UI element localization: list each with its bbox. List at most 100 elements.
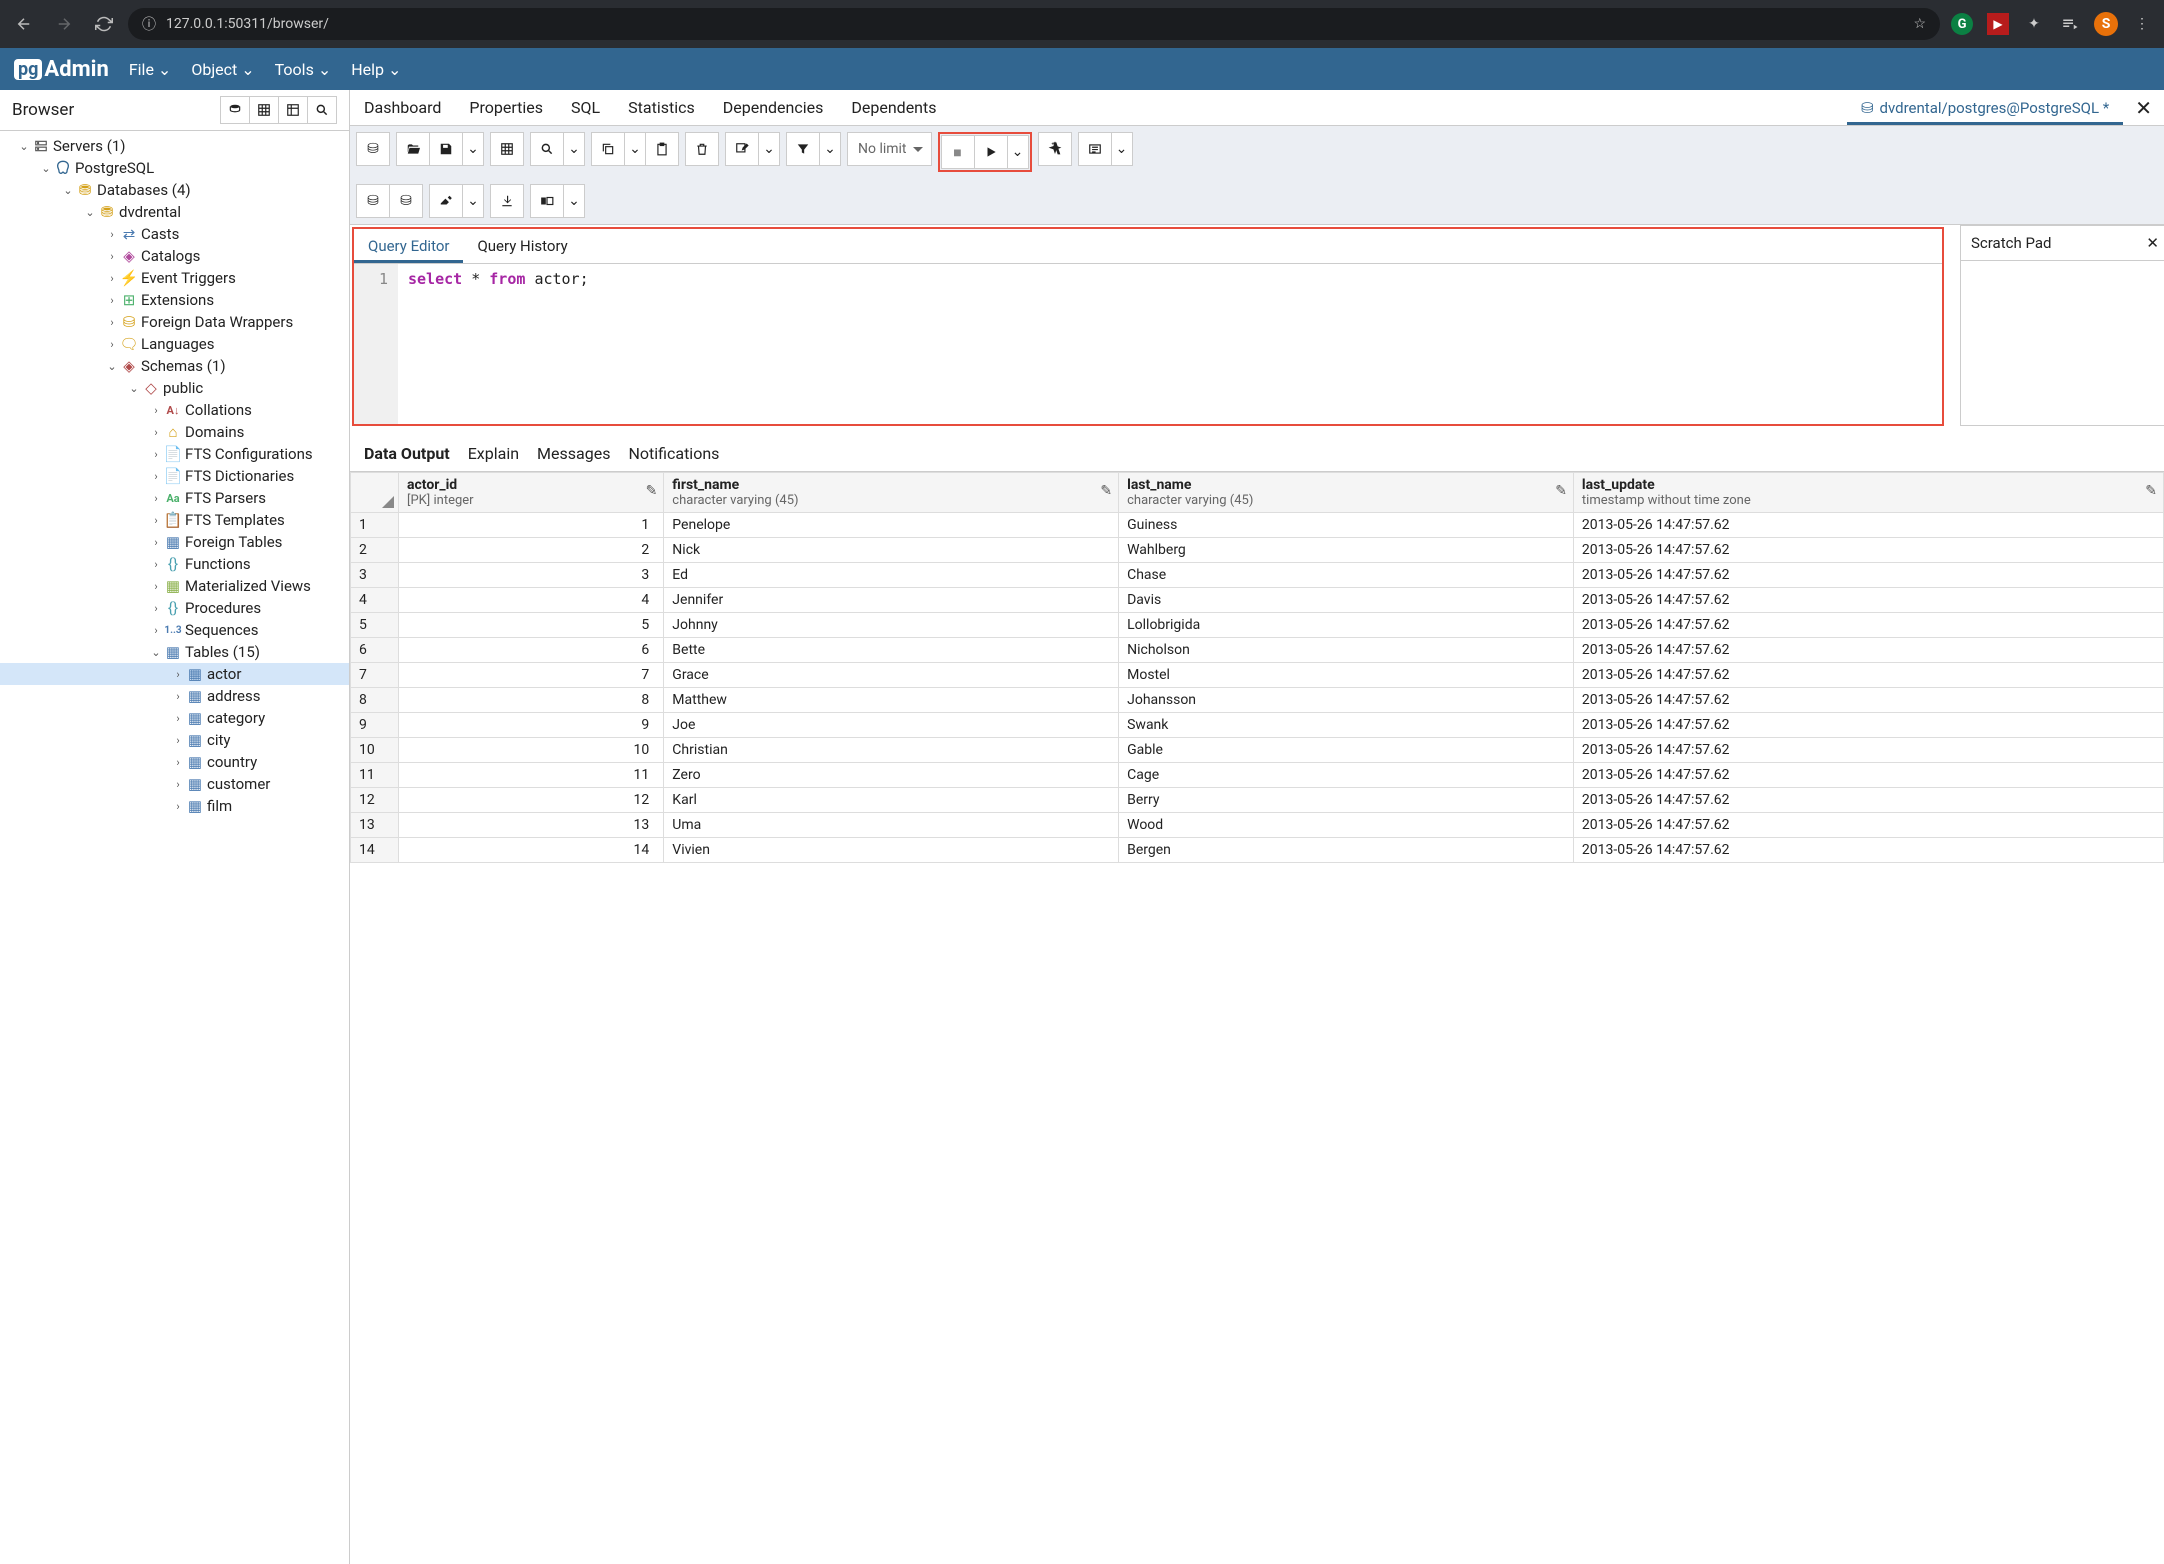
row-number[interactable]: 11 bbox=[351, 763, 399, 788]
close-icon[interactable]: ✕ bbox=[2146, 234, 2159, 252]
pencil-icon[interactable]: ✎ bbox=[2145, 483, 2157, 499]
profile-avatar[interactable]: S bbox=[2092, 10, 2120, 38]
tb-macros-dropdown[interactable]: ⌄ bbox=[1111, 132, 1133, 166]
row-number[interactable]: 6 bbox=[351, 638, 399, 663]
tree-item[interactable]: ›📄FTS Configurations bbox=[0, 443, 349, 465]
tb-macros-icon[interactable] bbox=[1078, 132, 1112, 166]
tree-item[interactable]: ›AaFTS Parsers bbox=[0, 487, 349, 509]
tab-dashboard[interactable]: Dashboard bbox=[350, 90, 455, 125]
tree-item[interactable]: ›A↓Collations bbox=[0, 399, 349, 421]
tb-rollback-icon[interactable]: ⛁ bbox=[389, 184, 423, 218]
table-row[interactable]: 1010ChristianGable2013-05-26 14:47:57.62 bbox=[351, 738, 2164, 763]
row-number[interactable]: 7 bbox=[351, 663, 399, 688]
tool-search-icon[interactable] bbox=[307, 96, 337, 124]
pencil-icon[interactable]: ✎ bbox=[1555, 483, 1567, 499]
tree-item[interactable]: ›▦address bbox=[0, 685, 349, 707]
table-row[interactable]: 1212KarlBerry2013-05-26 14:47:57.62 bbox=[351, 788, 2164, 813]
column-header[interactable]: actor_id[PK] integer✎ bbox=[399, 473, 664, 513]
tab-statistics[interactable]: Statistics bbox=[614, 90, 709, 125]
table-row[interactable]: 44JenniferDavis2013-05-26 14:47:57.62 bbox=[351, 588, 2164, 613]
pencil-icon[interactable]: ✎ bbox=[1100, 483, 1112, 499]
tree-item[interactable]: ›⊞Extensions bbox=[0, 289, 349, 311]
tree-item[interactable]: ›📋FTS Templates bbox=[0, 509, 349, 531]
tree-item[interactable]: ⌄⛃dvdrental bbox=[0, 201, 349, 223]
tree-item[interactable]: ›⛁Foreign Data Wrappers bbox=[0, 311, 349, 333]
tb-execute-dropdown[interactable]: ⌄ bbox=[1007, 135, 1029, 169]
tree-item[interactable]: ›⌂Domains bbox=[0, 421, 349, 443]
object-tree[interactable]: ⌄Servers (1)⌄PostgreSQL⌄⛃Databases (4)⌄⛃… bbox=[0, 131, 349, 1564]
row-number[interactable]: 2 bbox=[351, 538, 399, 563]
column-header[interactable]: last_namecharacter varying (45)✎ bbox=[1119, 473, 1574, 513]
tool-query-icon[interactable] bbox=[220, 96, 250, 124]
tb-edit-dropdown[interactable]: ⌄ bbox=[758, 132, 780, 166]
tb-save-dropdown[interactable]: ⌄ bbox=[462, 132, 484, 166]
tree-item[interactable]: ⌄⛃Databases (4) bbox=[0, 179, 349, 201]
extensions-icon[interactable]: ✦ bbox=[2020, 10, 2048, 38]
table-row[interactable]: 99JoeSwank2013-05-26 14:47:57.62 bbox=[351, 713, 2164, 738]
tree-item[interactable]: ›▦Materialized Views bbox=[0, 575, 349, 597]
tab-query-editor[interactable]: Query Editor bbox=[354, 229, 463, 263]
tree-item[interactable]: ›{}Functions bbox=[0, 553, 349, 575]
tree-item[interactable]: ⌄▦Tables (15) bbox=[0, 641, 349, 663]
sql-editor[interactable]: 1 select * from actor; bbox=[354, 264, 1942, 424]
row-number[interactable]: 14 bbox=[351, 838, 399, 863]
tb-copy-dropdown[interactable]: ⌄ bbox=[624, 132, 646, 166]
table-row[interactable]: 1313UmaWood2013-05-26 14:47:57.62 bbox=[351, 813, 2164, 838]
tb-execute-icon[interactable] bbox=[974, 135, 1008, 169]
row-number[interactable]: 1 bbox=[351, 513, 399, 538]
tb-limit-select[interactable]: No limit bbox=[847, 132, 932, 166]
column-header[interactable]: last_updatetimestamp without time zone✎ bbox=[1573, 473, 2163, 513]
reload-button[interactable] bbox=[88, 8, 120, 40]
menu-tools[interactable]: Tools⌄ bbox=[275, 60, 332, 79]
tree-item[interactable]: ›▦country bbox=[0, 751, 349, 773]
menu-help[interactable]: Help⌄ bbox=[351, 60, 401, 79]
tb-open-icon[interactable] bbox=[396, 132, 430, 166]
row-number[interactable]: 4 bbox=[351, 588, 399, 613]
tb-clear-icon[interactable] bbox=[429, 184, 463, 218]
tab-querytool[interactable]: ⛁dvdrental/postgres@PostgreSQL * bbox=[1847, 91, 2123, 125]
results-grid[interactable]: actor_id[PK] integer✎first_namecharacter… bbox=[350, 472, 2164, 1564]
tree-item[interactable]: ›1..3Sequences bbox=[0, 619, 349, 641]
column-header[interactable]: first_namecharacter varying (45)✎ bbox=[664, 473, 1119, 513]
row-number[interactable]: 12 bbox=[351, 788, 399, 813]
tb-filter-dropdown[interactable]: ⌄ bbox=[819, 132, 841, 166]
tb-find-dropdown[interactable]: ⌄ bbox=[563, 132, 585, 166]
ext-adobe-icon[interactable]: ▶ bbox=[1984, 10, 2012, 38]
tb-commit-icon[interactable]: ⛁ bbox=[356, 184, 390, 218]
tb-edit-icon[interactable] bbox=[725, 132, 759, 166]
tree-item[interactable]: ⌄PostgreSQL bbox=[0, 157, 349, 179]
menu-object[interactable]: Object⌄ bbox=[191, 60, 254, 79]
tb-stop-icon[interactable]: ■ bbox=[941, 135, 975, 169]
tb-filter-icon[interactable] bbox=[786, 132, 820, 166]
table-row[interactable]: 66BetteNicholson2013-05-26 14:47:57.62 bbox=[351, 638, 2164, 663]
tab-dependents[interactable]: Dependents bbox=[837, 90, 950, 125]
table-row[interactable]: 55JohnnyLollobrigida2013-05-26 14:47:57.… bbox=[351, 613, 2164, 638]
tree-item[interactable]: ›⚡Event Triggers bbox=[0, 267, 349, 289]
kebab-menu-icon[interactable]: ⋮ bbox=[2128, 10, 2156, 38]
table-row[interactable]: 88MatthewJohansson2013-05-26 14:47:57.62 bbox=[351, 688, 2164, 713]
row-number[interactable]: 3 bbox=[351, 563, 399, 588]
tb-connection-icon[interactable]: ⛁ bbox=[356, 132, 390, 166]
tree-item[interactable]: ›▦city bbox=[0, 729, 349, 751]
tree-item[interactable]: ›▦category bbox=[0, 707, 349, 729]
table-row[interactable]: 11PenelopeGuiness2013-05-26 14:47:57.62 bbox=[351, 513, 2164, 538]
tree-item[interactable]: ›◈Catalogs bbox=[0, 245, 349, 267]
tab-query-history[interactable]: Query History bbox=[463, 229, 581, 263]
pencil-icon[interactable]: ✎ bbox=[646, 483, 658, 499]
tree-item[interactable]: ⌄Servers (1) bbox=[0, 135, 349, 157]
row-number[interactable]: 13 bbox=[351, 813, 399, 838]
info-icon[interactable]: ⓘ bbox=[142, 14, 156, 34]
table-row[interactable]: 77GraceMostel2013-05-26 14:47:57.62 bbox=[351, 663, 2164, 688]
tree-item[interactable]: ⌄◇public bbox=[0, 377, 349, 399]
tb-scratch-icon[interactable] bbox=[530, 184, 564, 218]
tab-data-output[interactable]: Data Output bbox=[364, 444, 450, 463]
tb-download-icon[interactable] bbox=[490, 184, 524, 218]
tree-item[interactable]: ⌄◈Schemas (1) bbox=[0, 355, 349, 377]
back-button[interactable] bbox=[8, 8, 40, 40]
row-number[interactable]: 8 bbox=[351, 688, 399, 713]
tool-viewdata-icon[interactable] bbox=[249, 96, 279, 124]
tb-find-icon[interactable] bbox=[530, 132, 564, 166]
tree-item[interactable]: ›⇄Casts bbox=[0, 223, 349, 245]
tb-clear-dropdown[interactable]: ⌄ bbox=[462, 184, 484, 218]
row-number[interactable]: 10 bbox=[351, 738, 399, 763]
